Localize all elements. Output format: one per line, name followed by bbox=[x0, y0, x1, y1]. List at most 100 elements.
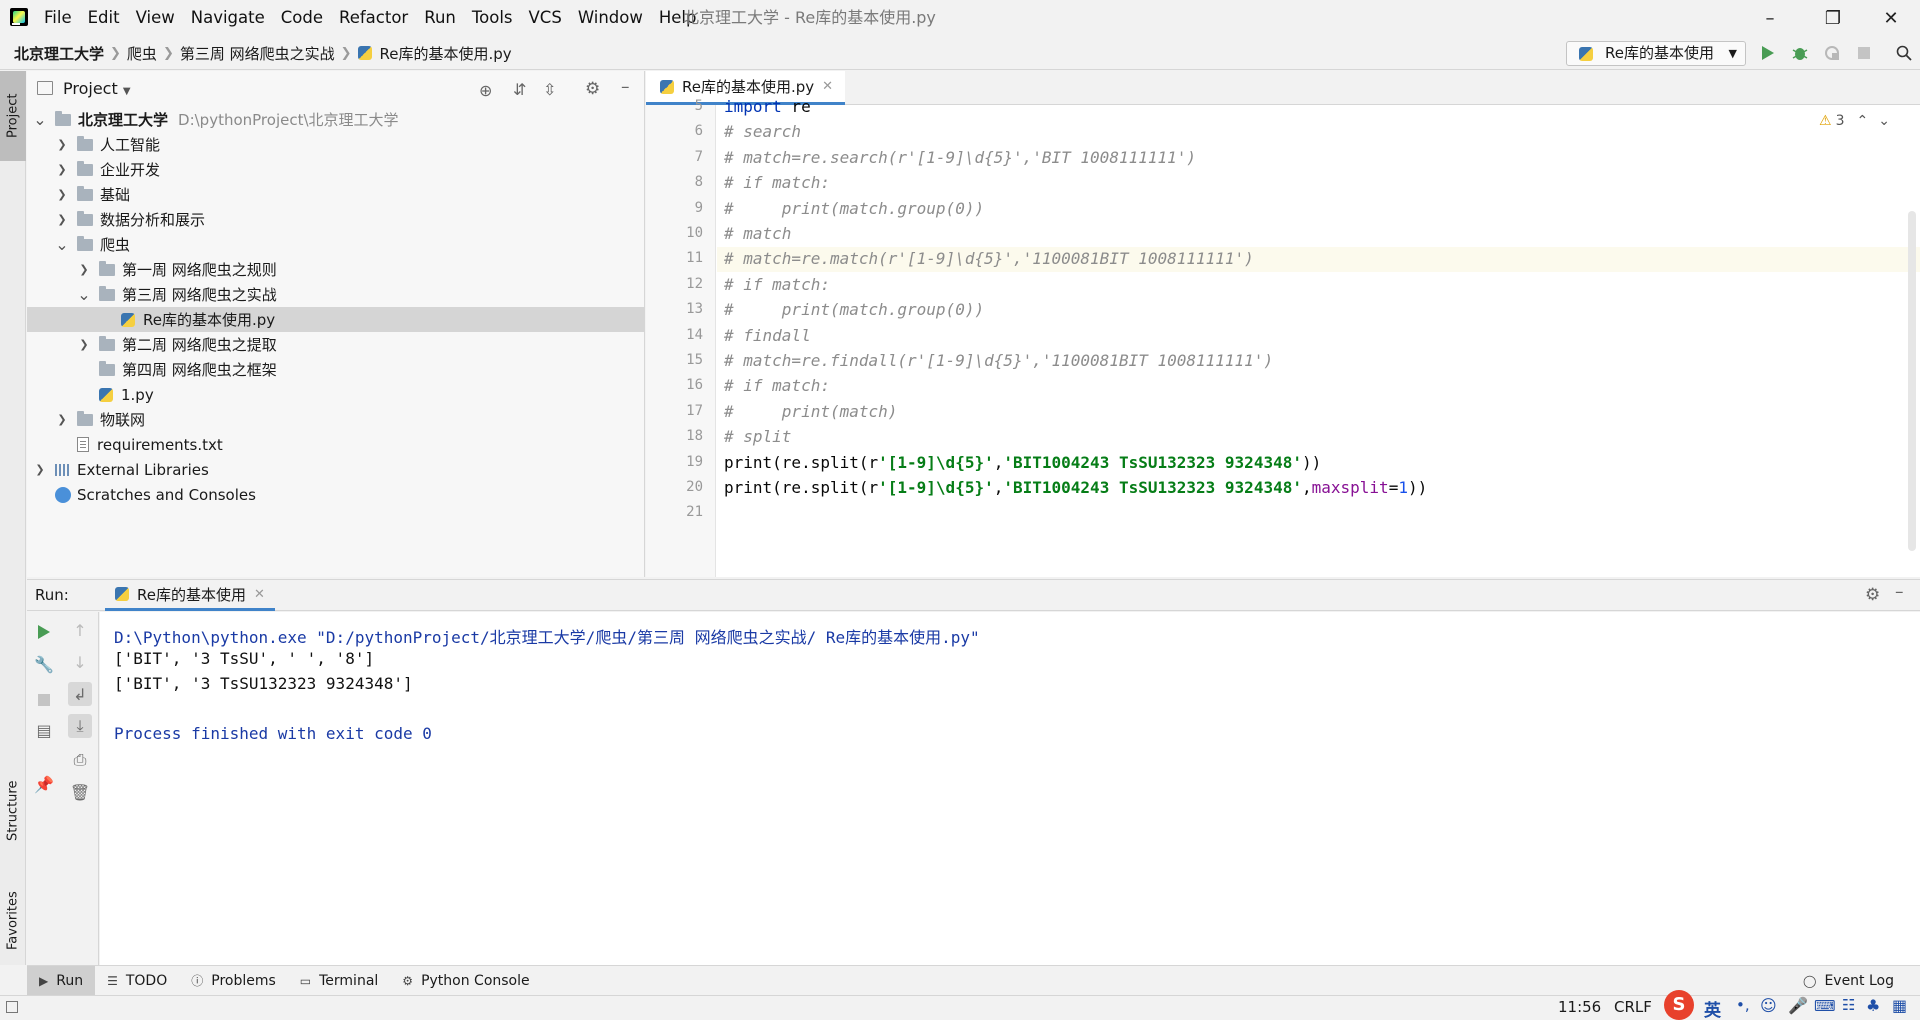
event-log-button[interactable]: ◯ Event Log bbox=[1791, 966, 1906, 996]
folder-node[interactable]: ⌄ 第三周 网络爬虫之实战 bbox=[27, 282, 645, 307]
inspection-widget[interactable]: ⚠ 3 ⌃ ⌄ bbox=[1819, 113, 1890, 129]
close-tab-icon[interactable]: ✕ bbox=[254, 587, 265, 602]
project-view-selector[interactable]: Project ▼ bbox=[63, 71, 131, 110]
sogou-ime-icon[interactable]: S bbox=[1664, 990, 1694, 1020]
scroll-to-end-icon[interactable]: ⤓ bbox=[68, 714, 92, 738]
line-separator[interactable]: CRLF bbox=[1614, 998, 1652, 1016]
chevron-right-icon[interactable]: ❯ bbox=[77, 338, 91, 351]
run-configuration-select[interactable]: Re库的基本使用 ▼ bbox=[1566, 41, 1746, 66]
up-arrow-icon[interactable]: ↑ bbox=[68, 618, 92, 642]
code-line[interactable]: # match=re.match(r'[1-9]\d{5}','1100081B… bbox=[724, 249, 1254, 268]
folder-node[interactable]: ❯ 企业开发 bbox=[27, 157, 645, 182]
file-node[interactable]: ❯ External Libraries bbox=[27, 457, 645, 482]
pin-icon[interactable]: 📌 bbox=[32, 772, 56, 796]
chevron-right-icon[interactable]: ❯ bbox=[33, 463, 47, 476]
code-line[interactable]: # if match: bbox=[724, 376, 830, 395]
code-line[interactable]: # split bbox=[724, 427, 791, 446]
ime-punctuation-icon[interactable]: •, bbox=[1736, 996, 1750, 1014]
run-icon[interactable] bbox=[1757, 42, 1779, 64]
tool-window-favorites-tab[interactable]: Favorites bbox=[0, 871, 26, 971]
chevron-right-icon[interactable]: ❯ bbox=[55, 163, 69, 176]
trash-icon[interactable]: 🗑 bbox=[68, 780, 92, 804]
down-arrow-icon[interactable]: ↓ bbox=[68, 650, 92, 674]
menu-edit[interactable]: Edit bbox=[80, 0, 128, 36]
tool-window-structure-tab[interactable]: Structure bbox=[0, 761, 26, 861]
folder-node[interactable]: ❯ 第一周 网络爬虫之规则 bbox=[27, 257, 645, 282]
next-highlight-icon[interactable]: ⌄ bbox=[1878, 113, 1890, 129]
close-tab-icon[interactable]: ✕ bbox=[822, 79, 833, 94]
minimize-icon[interactable]: – bbox=[1745, 0, 1795, 36]
run-console-output[interactable]: D:\Python\python.exe "D:/pythonProject/北… bbox=[100, 612, 1920, 965]
menu-refactor[interactable]: Refactor bbox=[331, 0, 416, 36]
menu-view[interactable]: View bbox=[128, 0, 183, 36]
folder-node[interactable]: ❯ 基础 bbox=[27, 182, 645, 207]
folder-node[interactable]: ⌄ 北京理工大学 D:\pythonProject\北京理工大学 bbox=[27, 107, 645, 132]
menu-run[interactable]: Run bbox=[416, 0, 464, 36]
layout-icon[interactable]: ▤ bbox=[32, 718, 56, 742]
code-line[interactable]: # search bbox=[724, 122, 801, 141]
editor-scrollbar[interactable] bbox=[1908, 211, 1916, 551]
breadcrumb-item[interactable]: 第三周 网络爬虫之实战 bbox=[180, 43, 341, 64]
code-line[interactable]: # match bbox=[724, 224, 791, 243]
stop-icon[interactable] bbox=[32, 688, 56, 712]
file-node[interactable]: requirements.txt bbox=[27, 432, 645, 457]
bottom-tab-run[interactable]: ▶ Run bbox=[27, 965, 96, 996]
menu-vcs[interactable]: VCS bbox=[521, 0, 570, 36]
breadcrumb-item[interactable]: Re库的基本使用.py bbox=[380, 43, 518, 64]
bottom-tab-todo[interactable]: ☰ TODO bbox=[95, 966, 179, 996]
folder-node[interactable]: ⌄ 爬虫 bbox=[27, 232, 645, 257]
ime-language[interactable]: 英 bbox=[1704, 996, 1721, 1020]
chevron-right-icon[interactable]: ❯ bbox=[55, 413, 69, 426]
breadcrumb-item[interactable]: 爬虫 bbox=[127, 43, 163, 64]
bottom-tab-problems[interactable]: ⓘ Problems bbox=[179, 966, 288, 996]
breadcrumb-item[interactable]: 北京理工大学 bbox=[14, 43, 110, 64]
search-icon[interactable] bbox=[1893, 42, 1915, 64]
code-line[interactable]: # match=re.findall(r'[1-9]\d{5}','110008… bbox=[724, 351, 1273, 370]
folder-node[interactable]: 第四周 网络爬虫之框架 bbox=[27, 357, 645, 382]
locate-file-icon[interactable]: ⊕ bbox=[479, 81, 492, 100]
close-icon[interactable]: ✕ bbox=[1866, 0, 1916, 36]
file-node[interactable]: Scratches and Consoles bbox=[27, 482, 645, 507]
run-tab[interactable]: Re库的基本使用 ✕ bbox=[105, 580, 275, 611]
code-line[interactable]: # print(match) bbox=[724, 402, 897, 421]
bottom-tab-terminal[interactable]: ▭ Terminal bbox=[288, 966, 391, 996]
debug-icon[interactable] bbox=[1789, 42, 1811, 64]
tool-window-project-tab[interactable]: Project bbox=[0, 71, 26, 161]
file-node[interactable]: Re库的基本使用.py bbox=[27, 307, 645, 332]
ime-toolbox-icon[interactable]: ☷ bbox=[1842, 996, 1855, 1014]
chevron-down-icon[interactable]: ⌄ bbox=[33, 111, 47, 127]
ime-skin-icon[interactable]: ♣ bbox=[1866, 996, 1880, 1015]
previous-highlight-icon[interactable]: ⌃ bbox=[1857, 113, 1869, 129]
print-icon[interactable]: ⎙ bbox=[68, 748, 92, 772]
file-node[interactable]: 1.py bbox=[27, 382, 645, 407]
gear-icon[interactable]: ⚙ bbox=[1865, 585, 1880, 605]
chevron-down-icon[interactable]: ⌄ bbox=[77, 286, 91, 302]
folder-node[interactable]: ❯ 人工智能 bbox=[27, 132, 645, 157]
bottom-tab-python-console[interactable]: ⚙ Python Console bbox=[390, 966, 541, 996]
code-line[interactable]: # print(match.group(0)) bbox=[724, 300, 984, 319]
folder-node[interactable]: ❯ 物联网 bbox=[27, 407, 645, 432]
menu-navigate[interactable]: Navigate bbox=[183, 0, 273, 36]
menu-file[interactable]: File bbox=[36, 0, 80, 36]
hide-panel-icon[interactable]: – bbox=[1895, 582, 1904, 602]
restore-icon[interactable]: ❐ bbox=[1808, 0, 1858, 36]
code-line[interactable]: # if match: bbox=[724, 173, 830, 192]
stop-icon[interactable] bbox=[1853, 42, 1875, 64]
ime-menu-icon[interactable]: ▦ bbox=[1892, 996, 1907, 1015]
menu-tools[interactable]: Tools bbox=[464, 0, 521, 36]
wrench-icon[interactable]: 🔧 bbox=[32, 652, 56, 676]
hide-panel-icon[interactable]: – bbox=[621, 77, 630, 97]
code-line[interactable]: import re bbox=[724, 97, 811, 116]
expand-all-icon[interactable]: ⇵ bbox=[513, 80, 526, 99]
gear-icon[interactable]: ⚙ bbox=[585, 79, 600, 99]
ime-emoji-icon[interactable]: ☺ bbox=[1760, 996, 1777, 1015]
collapse-all-icon[interactable]: ⇳ bbox=[543, 80, 556, 99]
code-line[interactable]: print(re.split(r'[1-9]\d{5}','BIT1004243… bbox=[724, 478, 1427, 497]
chevron-right-icon[interactable]: ❯ bbox=[55, 213, 69, 226]
chevron-right-icon[interactable]: ❯ bbox=[55, 188, 69, 201]
code-line[interactable]: # findall bbox=[724, 326, 811, 345]
chevron-right-icon[interactable]: ❯ bbox=[55, 138, 69, 151]
chevron-down-icon[interactable]: ⌄ bbox=[55, 236, 69, 252]
code-line[interactable]: # match=re.search(r'[1-9]\d{5}','BIT 100… bbox=[724, 148, 1196, 167]
run-with-coverage-icon[interactable] bbox=[1821, 42, 1843, 64]
